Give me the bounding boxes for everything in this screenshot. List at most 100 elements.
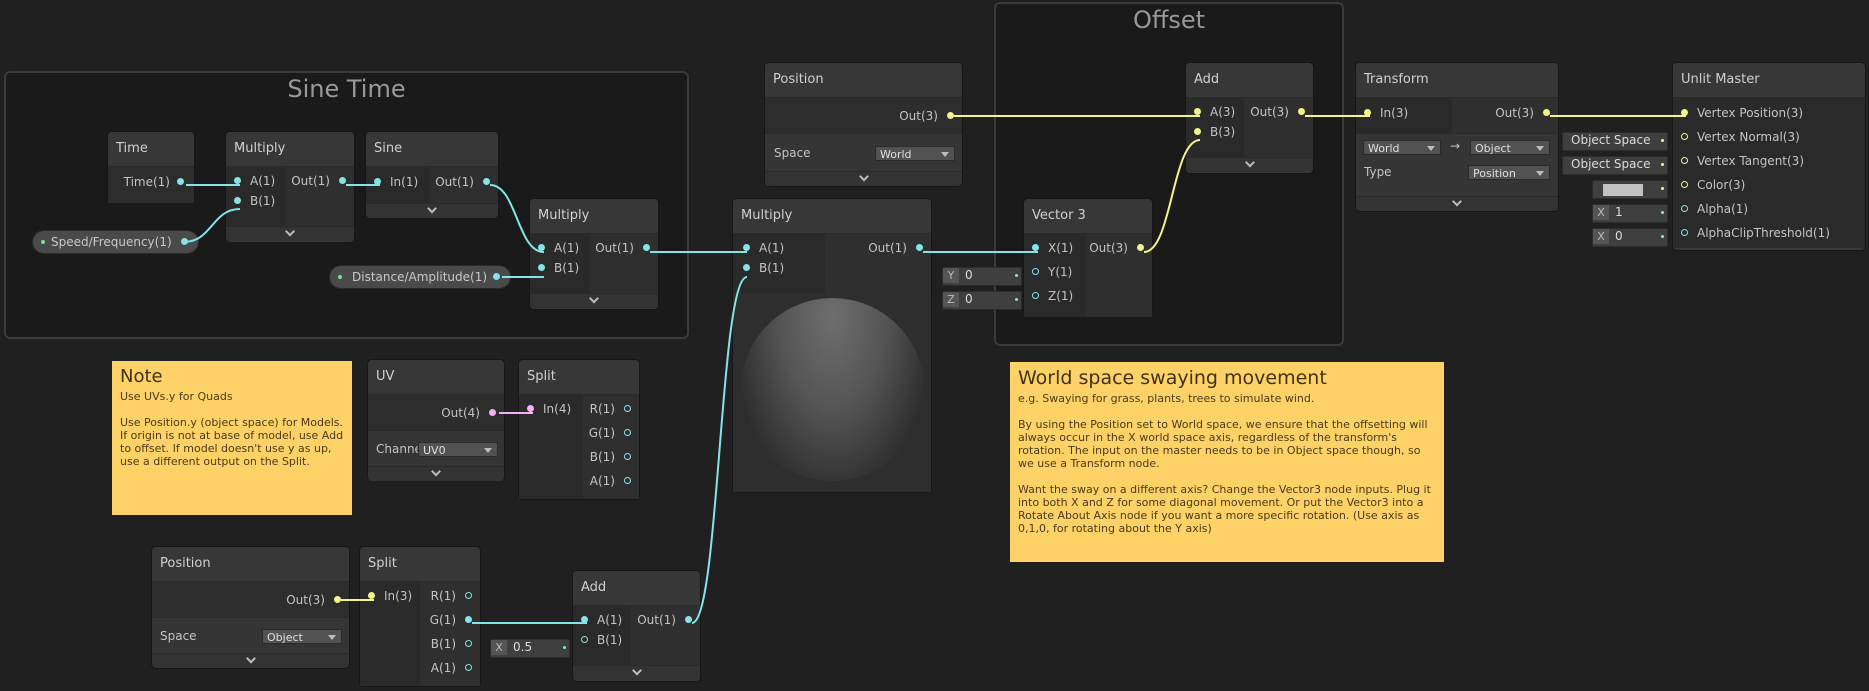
speed-frequency-property[interactable]: Speed/Frequency(1) [33, 231, 198, 253]
add-bottom-a-port[interactable]: A(1) [581, 610, 622, 630]
port-dot[interactable] [334, 596, 341, 603]
position-object-node[interactable]: Position Out(3) Space Object [152, 547, 349, 668]
sine-in-port[interactable]: In(1) [374, 172, 418, 192]
port-dot[interactable] [1681, 157, 1688, 164]
port-dot[interactable] [643, 244, 650, 251]
split-output-port[interactable]: B(1) [590, 447, 631, 467]
add-offset-out-port[interactable]: Out(3) [1250, 102, 1305, 122]
sticky-note-sway[interactable]: World space swaying movement e.g. Swayin… [1010, 362, 1444, 562]
port-dot[interactable] [465, 640, 472, 647]
transform-to-dropdown[interactable]: Object [1470, 140, 1550, 155]
vector3-z-input[interactable]: Z0 [942, 291, 1022, 310]
collapse-toggle[interactable] [226, 226, 354, 241]
multiply1-out-port[interactable]: Out(1) [291, 171, 346, 191]
port-dot[interactable] [465, 664, 472, 671]
master-input-port[interactable]: Vertex Tangent(3) [1681, 151, 1804, 171]
transform-in-port[interactable]: In(3) [1364, 103, 1408, 123]
vector3-out-port[interactable]: Out(3) [1089, 238, 1144, 258]
alpha-input[interactable]: X1 [1592, 204, 1668, 223]
port-dot[interactable] [465, 592, 472, 599]
port-dot[interactable] [538, 244, 545, 251]
port-dot[interactable] [624, 405, 631, 412]
multiply-node-1[interactable]: Multiply A(1) B(1) Out(1) [226, 132, 354, 242]
split-pos-in-port[interactable]: In(3) [368, 586, 412, 606]
position-object-out-port[interactable]: Out(3) [286, 590, 341, 610]
split-output-port[interactable]: G(1) [430, 610, 472, 630]
port-dot[interactable] [374, 178, 381, 185]
multiply3-a-port[interactable]: A(1) [743, 238, 784, 258]
master-input-port[interactable]: Vertex Position(3) [1681, 103, 1803, 123]
port-dot[interactable] [1298, 108, 1305, 115]
port-dot[interactable] [368, 592, 375, 599]
port-dot[interactable] [1194, 128, 1201, 135]
channel-dropdown[interactable]: UV0 [418, 442, 498, 457]
preview-panel[interactable] [733, 293, 931, 492]
sine-node[interactable]: Sine In(1) Out(1) [366, 132, 498, 218]
distance-amplitude-property[interactable]: Distance/Amplitude(1) [330, 266, 510, 288]
port-dot[interactable] [493, 273, 500, 280]
split-position-node[interactable]: Split In(3) R(1) G(1) B(1) A(1) [360, 547, 480, 686]
transform-node[interactable]: Transform In(3) Out(3) World → Object Ty… [1356, 63, 1558, 211]
vector3-y-input[interactable]: Y0 [942, 267, 1022, 286]
port-dot[interactable] [624, 477, 631, 484]
port-dot[interactable] [947, 112, 954, 119]
port-dot[interactable] [624, 429, 631, 436]
split-output-port[interactable]: B(1) [431, 634, 472, 654]
port-dot[interactable] [581, 636, 588, 643]
multiply2-out-port[interactable]: Out(1) [595, 238, 650, 258]
multiply-node-3[interactable]: Multiply A(1) B(1) Out(1) [733, 199, 931, 492]
vector3-z-port[interactable]: Z(1) [1032, 286, 1073, 306]
add-bottom-out-port[interactable]: Out(1) [637, 610, 692, 630]
split-uv-in-port[interactable]: In(4) [527, 399, 571, 419]
collapse-toggle[interactable] [366, 203, 498, 218]
transform-out-port[interactable]: Out(3) [1495, 103, 1550, 123]
collapse-toggle[interactable] [152, 653, 349, 668]
collapse-toggle[interactable] [1356, 196, 1558, 211]
uv-out-port[interactable]: Out(4) [441, 403, 496, 423]
port-dot[interactable] [1032, 244, 1039, 251]
multiply1-b-port[interactable]: B(1) [234, 191, 275, 211]
port-dot[interactable] [1681, 109, 1688, 116]
time-out-port[interactable]: Time(1) [124, 172, 184, 192]
port-dot[interactable] [234, 197, 241, 204]
normal-space-dropdown[interactable]: Object Space [1562, 132, 1668, 151]
port-dot[interactable] [624, 453, 631, 460]
add-offset-node[interactable]: Add A(3) B(3) Out(3) [1186, 63, 1313, 173]
alpha-clip-input[interactable]: X0 [1592, 228, 1668, 247]
space-dropdown[interactable]: World [875, 146, 955, 161]
port-dot[interactable] [1194, 108, 1201, 115]
port-dot[interactable] [527, 405, 534, 412]
port-dot[interactable] [489, 409, 496, 416]
master-input-port[interactable]: Alpha(1) [1681, 199, 1748, 219]
add-bottom-b-port[interactable]: B(1) [581, 630, 622, 650]
collapse-toggle[interactable] [368, 466, 504, 481]
port-dot[interactable] [1032, 292, 1039, 299]
space-dropdown[interactable]: Object [262, 629, 342, 644]
split-output-port[interactable]: R(1) [431, 586, 472, 606]
multiply3-out-port[interactable]: Out(1) [868, 238, 923, 258]
position-world-out-port[interactable]: Out(3) [899, 106, 954, 126]
transform-type-dropdown[interactable]: Position [1468, 165, 1550, 180]
multiply2-b-port[interactable]: B(1) [538, 258, 579, 278]
port-dot[interactable] [465, 616, 472, 623]
port-dot[interactable] [916, 244, 923, 251]
port-dot[interactable] [181, 238, 188, 245]
collapse-toggle[interactable] [1186, 157, 1313, 172]
port-dot[interactable] [743, 244, 750, 251]
tangent-space-dropdown[interactable]: Object Space [1562, 156, 1668, 175]
uv-node[interactable]: UV Out(4) Channel UV0 [368, 360, 504, 481]
add-b-input[interactable]: X 0.5 [490, 639, 570, 658]
port-dot[interactable] [1681, 133, 1688, 140]
vector3-x-port[interactable]: X(1) [1032, 238, 1073, 258]
collapse-toggle[interactable] [530, 293, 658, 308]
port-dot[interactable] [1364, 109, 1371, 116]
port-dot[interactable] [1137, 244, 1144, 251]
transform-from-dropdown[interactable]: World [1363, 140, 1441, 155]
sticky-note-uv[interactable]: Note Use UVs.y for Quads Use Position.y … [112, 361, 352, 515]
time-node[interactable]: Time Time(1) [108, 132, 194, 203]
sine-out-port[interactable]: Out(1) [435, 172, 490, 192]
master-input-port[interactable]: Vertex Normal(3) [1681, 127, 1800, 147]
port-dot[interactable] [177, 178, 184, 185]
position-world-node[interactable]: Position Out(3) Space World [765, 63, 962, 186]
port-dot[interactable] [1681, 205, 1688, 212]
